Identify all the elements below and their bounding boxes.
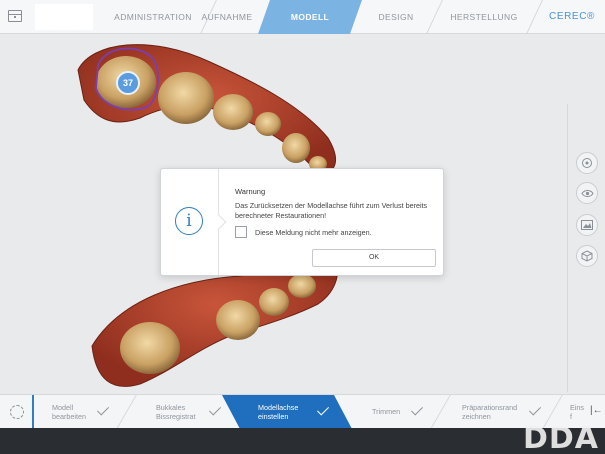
checkmark-icon bbox=[96, 403, 110, 416]
collapse-arrow-icon[interactable]: |← bbox=[590, 405, 603, 416]
checkmark-icon bbox=[410, 403, 424, 416]
patient-logo-area bbox=[35, 4, 93, 30]
step-divider bbox=[430, 395, 451, 429]
step-modell-bearbeiten[interactable]: Modell bearbeiten bbox=[52, 395, 124, 429]
view-tools-sidebar bbox=[567, 104, 605, 392]
top-navigation-bar: ADMINISTRATION AUFNAHME MODELL DESIGN HE… bbox=[0, 0, 605, 34]
workflow-start-marker bbox=[32, 395, 34, 429]
step-label: Modell bearbeiten bbox=[52, 403, 86, 421]
step-label: Trimmen bbox=[372, 407, 401, 416]
image-icon[interactable] bbox=[576, 214, 598, 236]
tab-design[interactable]: DESIGN bbox=[366, 0, 426, 34]
dont-show-again-label[interactable]: Diese Meldung nicht mehr anzeigen. bbox=[255, 228, 372, 237]
tab-divider bbox=[426, 0, 443, 34]
tab-aufnahme[interactable]: AUFNAHME bbox=[196, 0, 258, 34]
warning-dialog: i Warnung Das Zurücksetzen der Modellach… bbox=[160, 168, 444, 276]
dialog-title: Warnung bbox=[235, 187, 266, 196]
checkmark-icon bbox=[208, 403, 222, 416]
menu-icon[interactable] bbox=[8, 10, 22, 22]
watermark-logo: DDA bbox=[522, 421, 599, 454]
step-label: Eins f bbox=[570, 403, 584, 421]
tab-herstellung[interactable]: HERSTELLUNG bbox=[442, 0, 526, 34]
checkmark-icon bbox=[316, 403, 330, 416]
workflow-step-bar: Modell bearbeiten Bukkales Bissregistrat M… bbox=[0, 394, 605, 429]
step-bukkales-bissregistrat[interactable]: Bukkales Bissregistrat bbox=[156, 395, 228, 429]
cube-icon[interactable] bbox=[576, 245, 598, 267]
step-trimmen[interactable]: Trimmen bbox=[372, 395, 432, 429]
info-icon: i bbox=[175, 207, 203, 235]
workflow-settings-icon[interactable] bbox=[10, 405, 24, 419]
step-label: Präparationsrand zeichnen bbox=[462, 403, 518, 421]
cerec-brand-logo: CEREC® bbox=[549, 11, 595, 22]
checkmark-icon bbox=[528, 403, 542, 416]
tab-modell[interactable]: MODELL bbox=[270, 0, 350, 34]
tooth-view-icon[interactable] bbox=[576, 152, 598, 174]
step-label: Bukkales Bissregistrat bbox=[156, 403, 196, 421]
tooth-number-badge[interactable]: 37 bbox=[116, 71, 140, 95]
step-modellachse-einstellen[interactable]: Modellachse einstellen bbox=[258, 395, 338, 429]
tab-divider bbox=[526, 0, 543, 34]
dialog-message: Das Zurücksetzen der Modellachse führt z… bbox=[235, 201, 428, 220]
step-label: Modellachse einstellen bbox=[258, 403, 299, 421]
tab-administration[interactable]: ADMINISTRATION bbox=[100, 0, 206, 34]
footer-strip: DDA bbox=[0, 421, 605, 454]
ok-button[interactable]: OK bbox=[312, 249, 436, 267]
dont-show-again-checkbox[interactable] bbox=[235, 226, 247, 238]
eye-icon[interactable] bbox=[576, 182, 598, 204]
